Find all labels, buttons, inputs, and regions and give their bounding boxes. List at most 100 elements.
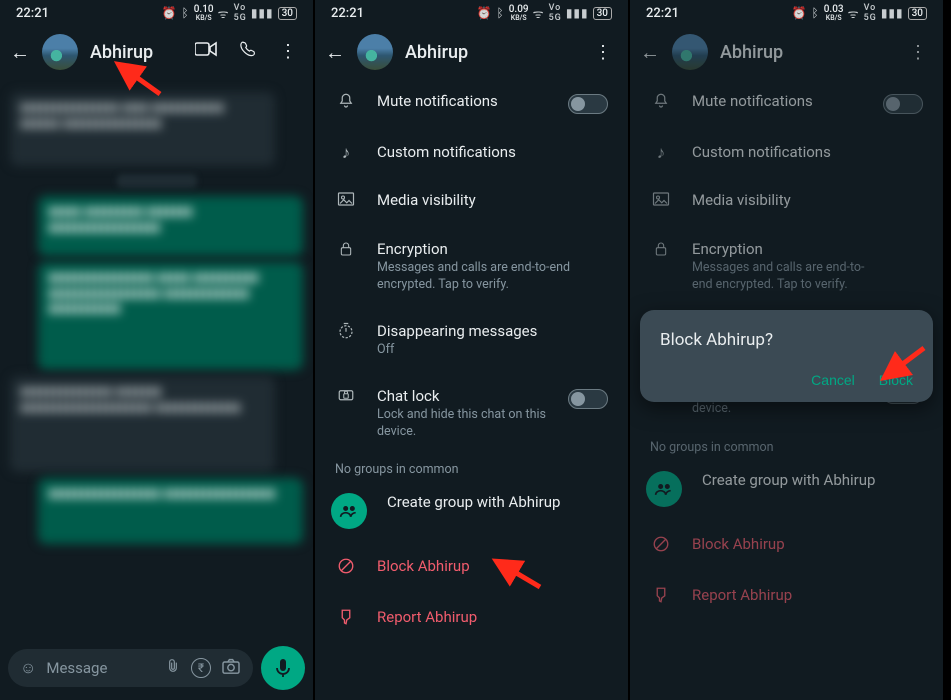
emoji-icon[interactable]: ☺: [20, 658, 36, 678]
wifi-icon: ᯤ: [218, 5, 230, 22]
signal-icon: ▮▮▮: [251, 6, 274, 20]
alarm-icon: ⏰: [792, 6, 808, 20]
status-right: ⏰ ᛒ 0.03 KB/S ᯤ Vo5G ▮▮▮ 30: [792, 3, 927, 23]
signal-icon: ▮▮▮: [881, 6, 904, 20]
chat-input-bar: ☺ Message ₹: [0, 638, 313, 700]
date-chip: [117, 174, 197, 188]
mute-toggle[interactable]: [568, 94, 608, 114]
dialog-title: Block Abhirup?: [660, 330, 913, 350]
message-placeholder[interactable]: Message: [46, 659, 155, 677]
net-speed: 0.09: [509, 5, 529, 15]
custom-notifications-row: ♪ Custom notifications: [636, 129, 937, 177]
alarm-icon: ⏰: [162, 6, 178, 20]
custom-notifications-row[interactable]: ♪ Custom notifications: [321, 129, 622, 177]
alarm-icon: ⏰: [477, 6, 493, 20]
bt-icon: ᛒ: [182, 6, 190, 20]
avatar[interactable]: [357, 34, 393, 70]
overflow-menu-icon[interactable]: ⋮: [903, 42, 933, 63]
create-group-row: Create group with Abhirup: [636, 457, 937, 521]
block-row[interactable]: Block Abhirup: [321, 543, 622, 594]
encryption-row[interactable]: Encryption Messages and calls are end-to…: [321, 226, 622, 308]
message-bubble[interactable]: ▮▮▮▮▮▮▮▮▮▮▮▮▮▮▮ ▮▮▮▮ ▮▮▮▮▮▮▮▮▮▮▮ ▮▮▮▮▮▮ …: [10, 92, 275, 166]
message-bubble[interactable]: ▮▮▮▮▮ ▮▮▮▮▮▮▮▮▮ ▮▮▮▮▮▮▮ ▮▮▮▮▮▮▮▮▮▮▮▮▮▮▮▮…: [38, 196, 303, 256]
avatar[interactable]: [672, 34, 708, 70]
report-icon: [335, 608, 357, 631]
overflow-menu-icon[interactable]: ⋮: [588, 42, 618, 63]
music-note-icon: ♪: [650, 143, 672, 163]
chat-body[interactable]: ▮▮▮▮▮▮▮▮▮▮▮▮▮▮▮ ▮▮▮▮ ▮▮▮▮▮▮▮▮▮▮▮ ▮▮▮▮▮▮ …: [0, 78, 313, 638]
status-time: 22:21: [16, 6, 49, 21]
video-call-icon[interactable]: [195, 41, 217, 64]
report-row: Report Abhirup: [636, 572, 937, 623]
net-unit: KB/S: [511, 15, 527, 22]
status-bar: 22:21 ⏰ ᛒ 0.03 KB/S ᯤ Vo5G ▮▮▮ 30: [630, 0, 943, 26]
status-bar: 22:21 ⏰ ᛒ 0.10 KB/S ᯤ Vo5G ▮▮▮ 30: [0, 0, 313, 26]
settings-list[interactable]: Mute notifications ♪ Custom notification…: [315, 78, 628, 700]
volte-icon: Vo5G: [549, 3, 562, 23]
chat-lock-row[interactable]: Chat lock Lock and hide this chat on thi…: [321, 373, 622, 455]
block-dialog: Block Abhirup? Cancel Block: [640, 310, 933, 402]
avatar[interactable]: [42, 34, 78, 70]
groups-label: No groups in common: [321, 454, 622, 479]
back-arrow-icon[interactable]: ←: [325, 40, 345, 65]
block-icon: [650, 535, 672, 558]
mic-button[interactable]: [261, 646, 305, 690]
message-input[interactable]: ☺ Message ₹: [8, 649, 253, 687]
net-unit: KB/S: [196, 15, 212, 22]
mute-toggle: [883, 94, 923, 114]
image-icon: [335, 191, 357, 212]
lock-icon: [335, 240, 357, 263]
mute-notifications-row[interactable]: Mute notifications: [321, 78, 622, 129]
volte-icon: Vo5G: [864, 3, 877, 23]
net-speed: 0.03: [824, 5, 844, 15]
contact-name: Abhirup: [405, 42, 576, 63]
chat-screen: 22:21 ⏰ ᛒ 0.10 KB/S ᯤ Vo5G ▮▮▮ 30 ← Abhi…: [0, 0, 315, 700]
report-row[interactable]: Report Abhirup: [321, 594, 622, 645]
create-group-row[interactable]: Create group with Abhirup: [321, 479, 622, 543]
chat-lock-icon: [335, 387, 357, 410]
signal-icon: ▮▮▮: [566, 6, 589, 20]
contact-name[interactable]: Abhirup: [90, 42, 183, 63]
status-right: ⏰ ᛒ 0.09 KB/S ᯤ Vo5G ▮▮▮ 30: [477, 3, 612, 23]
bell-icon: [650, 92, 672, 115]
encryption-row: Encryption Messages and calls are end-to…: [636, 226, 937, 308]
dialog-cancel-button[interactable]: Cancel: [811, 372, 855, 388]
wifi-icon: ᯤ: [848, 5, 860, 22]
block-row: Block Abhirup: [636, 521, 937, 572]
battery-level: 30: [278, 7, 297, 20]
image-icon: [650, 191, 672, 212]
create-group-icon: [646, 471, 682, 507]
back-arrow-icon[interactable]: ←: [10, 40, 30, 65]
voice-call-icon[interactable]: [239, 41, 257, 64]
block-dialog-screen: 22:21 ⏰ ᛒ 0.03 KB/S ᯤ Vo5G ▮▮▮ 30 ← Abhi…: [630, 0, 945, 700]
overflow-menu-icon[interactable]: ⋮: [279, 41, 297, 64]
bt-icon: ᛒ: [497, 6, 505, 20]
media-visibility-row[interactable]: Media visibility: [321, 177, 622, 226]
chat-lock-toggle[interactable]: [568, 389, 608, 409]
disappearing-messages-row[interactable]: Disappearing messages Off: [321, 308, 622, 373]
rupee-icon[interactable]: ₹: [191, 658, 211, 678]
dialog-block-button[interactable]: Block: [879, 372, 913, 388]
bell-icon: [335, 92, 357, 115]
message-bubble[interactable]: ▮▮▮▮▮▮▮▮▮▮▮▮▮▮ ▮▮▮▮▮▮▮ ▮▮▮▮▮▮▮▮▮▮▮▮▮▮▮▮▮…: [10, 376, 275, 472]
status-time: 22:21: [331, 6, 364, 21]
status-bar: 22:21 ⏰ ᛒ 0.09 KB/S ᯤ Vo5G ▮▮▮ 30: [315, 0, 628, 26]
back-arrow-icon[interactable]: ←: [640, 40, 660, 65]
chat-header[interactable]: ← Abhirup ⋮: [0, 26, 313, 78]
net-unit: KB/S: [826, 15, 842, 22]
camera-icon[interactable]: [221, 658, 241, 678]
music-note-icon: ♪: [335, 143, 357, 163]
attach-icon[interactable]: [165, 657, 181, 679]
net-speed: 0.10: [194, 5, 214, 15]
mute-notifications-row: Mute notifications: [636, 78, 937, 129]
settings-header: ← Abhirup ⋮: [315, 26, 628, 78]
volte-icon: Vo5G: [234, 3, 247, 23]
status-right: ⏰ ᛒ 0.10 KB/S ᯤ Vo5G ▮▮▮ 30: [162, 3, 297, 23]
lock-icon: [650, 240, 672, 263]
media-visibility-row: Media visibility: [636, 177, 937, 226]
message-bubble[interactable]: ▮▮▮▮▮▮▮▮▮▮▮▮▮▮▮▮▮ ▮▮▮▮▮▮▮▮▮▮▮▮▮▮▮▮▮: [38, 478, 303, 544]
report-icon: [650, 586, 672, 609]
contact-name: Abhirup: [720, 42, 891, 63]
wifi-icon: ᯤ: [533, 5, 545, 22]
message-bubble[interactable]: ▮▮▮▮▮▮▮▮▮▮▮▮▮▮▮▮ ▮▮▮▮▮ ▮▮▮▮▮▮▮▮▮▮ ▮▮▮▮▮▮…: [38, 262, 303, 370]
